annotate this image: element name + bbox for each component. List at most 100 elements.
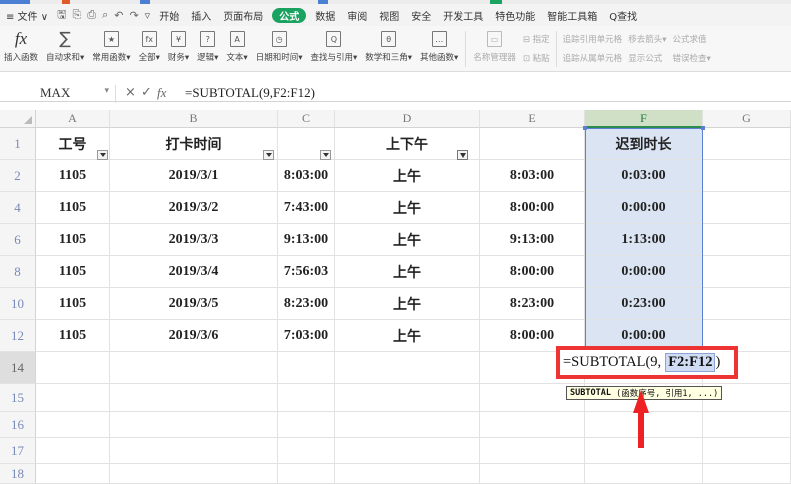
tab-page-layout[interactable]: 页面布局 [217,4,269,26]
math-trig-button[interactable]: θ 数学和三角▾ [361,29,416,63]
empty-cell[interactable] [36,464,110,484]
active-filter-icon[interactable] [457,150,468,160]
insert-function-button[interactable]: fx 插入函数 [0,29,42,63]
table-cell[interactable]: 7:56:03 [278,256,335,288]
cancel-icon[interactable]: × [125,85,136,100]
name-manager-button[interactable]: ▭ 名称管理器 [469,29,520,63]
empty-cell[interactable] [480,412,585,438]
table-cell[interactable]: 2019/3/2 [110,192,278,224]
table-cell[interactable]: 8:23:00 [480,288,585,320]
remove-arrows-button[interactable]: 移去箭头▾ [628,33,666,45]
column-header-c[interactable]: C [278,110,335,128]
table-cell[interactable] [703,160,791,192]
fx-icon[interactable]: fx [157,85,166,101]
empty-cell[interactable] [36,352,110,384]
common-functions-button[interactable]: ★ 常用函数▾ [88,29,134,63]
empty-cell[interactable] [335,352,480,384]
empty-cell[interactable] [585,412,703,438]
table-cell[interactable]: 1105 [36,224,110,256]
table-cell[interactable]: 8:00:00 [480,256,585,288]
empty-cell[interactable] [703,412,791,438]
empty-cell[interactable] [110,464,278,484]
table-cell[interactable]: 2019/3/3 [110,224,278,256]
print-icon[interactable]: ⎙ [84,8,99,22]
column-header-g[interactable]: G [703,110,791,128]
table-cell[interactable]: 8:23:00 [278,288,335,320]
header-cell[interactable] [480,128,585,160]
tab-review[interactable]: 审阅 [341,4,373,26]
tab-insert[interactable]: 插入 [185,4,217,26]
name-box-dropdown-icon[interactable]: ▾ [104,85,109,96]
customize-dropdown-icon[interactable]: ▿ [142,9,154,22]
row-header[interactable]: 8 [0,256,36,288]
empty-cell[interactable] [335,464,480,484]
date-time-button[interactable]: ◷ 日期和时间▾ [252,29,307,63]
undo-icon[interactable]: ↶ [111,9,126,22]
table-cell[interactable]: 1105 [36,288,110,320]
empty-cell[interactable] [36,412,110,438]
in-cell-formula-editor[interactable]: =SUBTOTAL(9, F2:F12 ) [556,346,738,379]
paste-name-button[interactable]: ⊡ 粘贴 [523,52,550,64]
logical-button[interactable]: ? 逻辑▾ [193,29,222,63]
table-cell[interactable]: 0:03:00 [585,160,703,192]
show-formulas-button[interactable]: 显示公式 [628,52,666,64]
table-cell[interactable]: 上午 [335,192,480,224]
table-cell[interactable]: 9:13:00 [278,224,335,256]
table-cell[interactable]: 2019/3/4 [110,256,278,288]
table-cell[interactable] [703,256,791,288]
lookup-reference-button[interactable]: Q 查找与引用▾ [306,29,361,63]
empty-cell[interactable] [110,384,278,412]
filter-dropdown-icon[interactable] [263,150,274,160]
table-cell[interactable]: 8:03:00 [278,160,335,192]
redo-icon[interactable]: ↷ [126,9,141,22]
table-cell[interactable]: 8:00:00 [480,192,585,224]
empty-cell[interactable] [703,438,791,464]
table-cell[interactable]: 7:03:00 [278,320,335,352]
row-header[interactable]: 18 [0,464,36,484]
table-cell[interactable]: 上午 [335,288,480,320]
table-cell[interactable]: 1105 [36,320,110,352]
table-cell[interactable]: 7:43:00 [278,192,335,224]
table-cell[interactable]: 2019/3/6 [110,320,278,352]
column-header-e[interactable]: E [480,110,585,128]
table-cell[interactable]: 0:23:00 [585,288,703,320]
define-name-button[interactable]: ⊟ 指定 [523,33,550,45]
table-cell[interactable]: 上午 [335,224,480,256]
menu-file[interactable]: ≡ 文件 ∨ [0,4,54,26]
table-cell[interactable] [703,224,791,256]
selection-handle[interactable] [583,126,587,130]
empty-cell[interactable] [110,438,278,464]
empty-cell[interactable] [110,352,278,384]
evaluate-formula-button[interactable]: 公式求值 [672,33,710,45]
empty-cell[interactable] [703,464,791,484]
table-cell[interactable]: 2019/3/1 [110,160,278,192]
table-cell[interactable]: 1:13:00 [585,224,703,256]
empty-cell[interactable] [278,384,335,412]
empty-cell[interactable] [585,438,703,464]
trace-precedents-button[interactable]: 追踪引用单元格 [563,33,623,45]
row-header[interactable]: 2 [0,160,36,192]
print-preview-icon[interactable]: ⌕ [99,8,111,22]
row-header[interactable]: 12 [0,320,36,352]
empty-cell[interactable] [480,438,585,464]
row-header[interactable]: 16 [0,412,36,438]
table-cell[interactable]: 9:13:00 [480,224,585,256]
table-cell[interactable]: 0:00:00 [585,256,703,288]
empty-cell[interactable] [335,438,480,464]
empty-cell[interactable] [36,384,110,412]
table-cell[interactable]: 2019/3/5 [110,288,278,320]
row-header[interactable]: 17 [0,438,36,464]
table-cell[interactable]: 1105 [36,256,110,288]
empty-cell[interactable] [585,464,703,484]
table-cell[interactable]: 上午 [335,320,480,352]
search-box[interactable]: Q查找 [603,4,643,26]
confirm-icon[interactable]: ✓ [141,85,152,100]
all-functions-button[interactable]: fx 全部▾ [135,29,164,63]
empty-cell[interactable] [36,438,110,464]
tab-developer[interactable]: 开发工具 [437,4,489,26]
empty-cell[interactable] [278,464,335,484]
name-box[interactable]: MAX ▾ [5,85,116,103]
header-cell[interactable] [703,128,791,160]
financial-button[interactable]: ¥ 财务▾ [164,29,193,63]
autosum-button[interactable]: ∑ 自动求和▾ [42,29,88,63]
